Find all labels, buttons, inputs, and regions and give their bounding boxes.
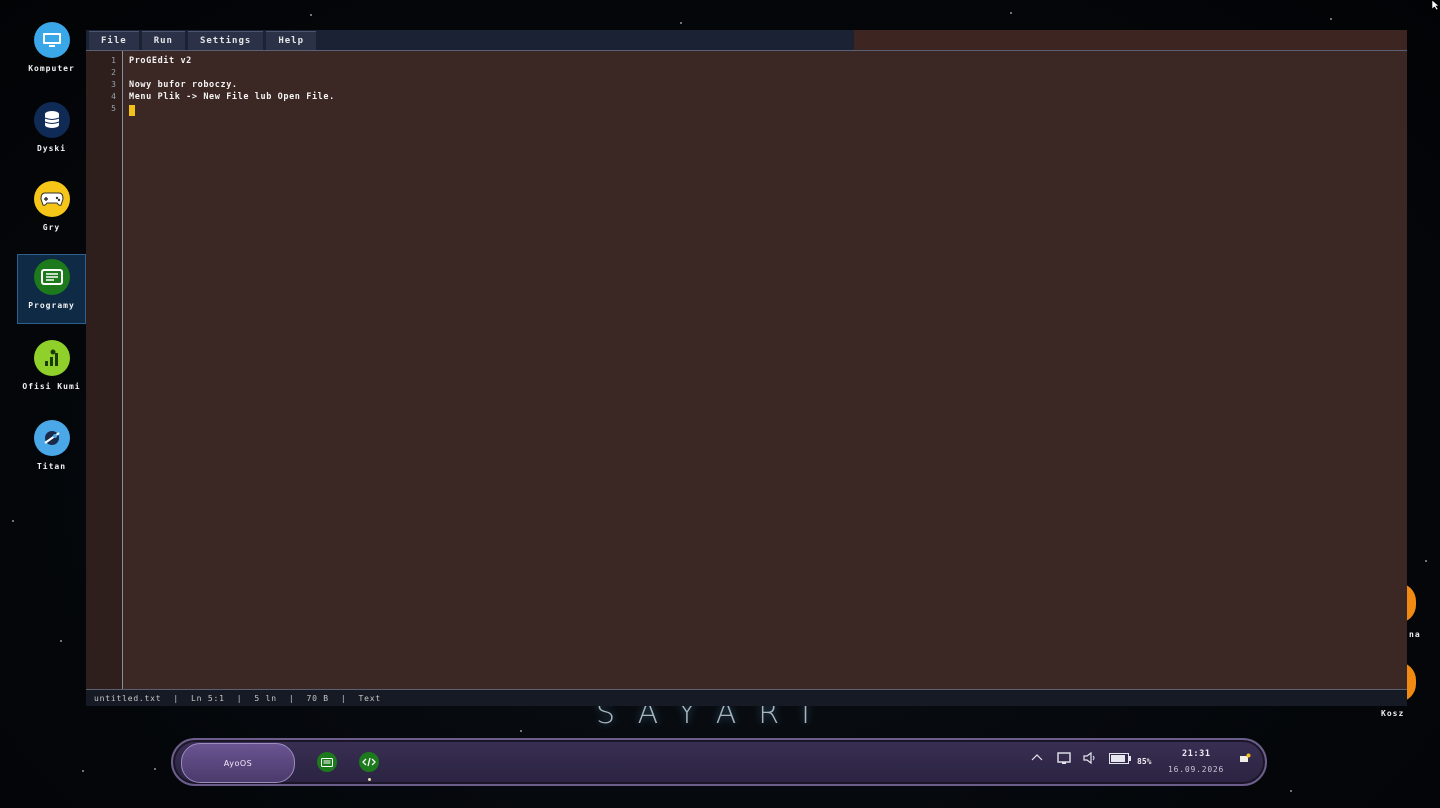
chevron-up-icon[interactable]	[1031, 752, 1043, 765]
code-icon	[362, 757, 376, 767]
menu-bar-filler	[854, 30, 1407, 50]
database-icon	[33, 102, 70, 138]
star	[154, 768, 156, 770]
desktop-icon-dyski[interactable]: Dyski	[18, 98, 85, 166]
active-app-indicator	[368, 778, 371, 781]
desktop-icon-label: Dyski	[36, 144, 67, 153]
gamepad-icon	[33, 181, 70, 217]
star	[82, 770, 84, 772]
desktop-icon-label: Ofisi Kumi	[22, 382, 81, 391]
line-number: 3	[111, 80, 116, 89]
clock-date[interactable]: 16.09.2026	[1168, 765, 1224, 774]
office-icon	[33, 340, 70, 376]
star	[1425, 560, 1427, 562]
desktop-icon-label: na	[1409, 630, 1421, 639]
star	[310, 14, 312, 16]
desktop-icon-programy[interactable]: Programy	[17, 254, 86, 324]
status-separator: |	[288, 693, 295, 703]
titan-icon	[33, 420, 70, 456]
star	[520, 730, 522, 732]
taskbar: AyoOS 85% 21:31 16.09.2026	[171, 738, 1267, 786]
status-separator: |	[173, 693, 180, 703]
notification-icon[interactable]	[1239, 753, 1251, 768]
text-cursor	[129, 105, 135, 116]
menu-bar: File Run Settings Help	[86, 30, 854, 50]
taskbar-app-code-editor[interactable]	[359, 752, 379, 772]
status-mode: Text	[358, 693, 382, 703]
desktop-icon-titan[interactable]: Titan	[18, 416, 85, 484]
line-number: 1	[111, 56, 116, 65]
star	[1330, 18, 1332, 20]
status-line-count: 5 ln	[254, 693, 277, 703]
star	[1290, 790, 1292, 792]
battery-icon[interactable]	[1109, 753, 1131, 767]
text-editor-area[interactable]: 1 2 3 4 5 ProGEdit v2 Nowy bufor roboczy…	[86, 50, 1407, 690]
desktop-icon-label: Titan	[36, 462, 67, 471]
desktop-icon-label: Gry	[42, 223, 61, 232]
star	[1010, 12, 1012, 14]
taskbar-app-programs[interactable]	[317, 752, 337, 772]
network-icon[interactable]	[1057, 751, 1071, 768]
menu-file[interactable]: File	[89, 31, 139, 50]
status-cursor-position: Ln 5:1	[191, 693, 225, 703]
programs-icon	[321, 757, 333, 767]
status-bar: untitled.txt | Ln 5:1 | 5 ln | 70 B | Te…	[86, 690, 1407, 706]
line-number-gutter: 1 2 3 4 5	[86, 51, 123, 689]
mouse-pointer-icon	[1432, 0, 1440, 10]
programs-icon	[33, 259, 70, 295]
desktop-icon-gry[interactable]: Gry	[18, 177, 85, 245]
menu-run[interactable]: Run	[141, 31, 185, 50]
editor-window: File Run Settings Help 1 2 3 4 5 ProGEdi…	[86, 30, 1407, 706]
code-line: Menu Plik -> New File lub Open File.	[129, 92, 335, 102]
desktop-icon-ofisi-kumi[interactable]: Ofisi Kumi	[18, 336, 85, 404]
start-button[interactable]: AyoOS	[181, 743, 295, 783]
code-line: Nowy bufor roboczy.	[129, 80, 238, 90]
desktop-icon-label: Kosz	[1381, 709, 1405, 718]
clock-time[interactable]: 21:31	[1182, 749, 1211, 759]
volume-icon[interactable]	[1083, 751, 1097, 768]
desktop-icon-label: Komputer	[28, 64, 75, 73]
status-file-size: 70 B	[306, 693, 329, 703]
status-separator: |	[236, 693, 243, 703]
line-number: 2	[111, 68, 116, 77]
line-number: 5	[111, 104, 116, 113]
code-line: ProGEdit v2	[129, 56, 192, 66]
status-filename: untitled.txt	[94, 693, 162, 703]
menu-settings[interactable]: Settings	[187, 31, 264, 50]
battery-percentage: 85%	[1137, 757, 1152, 766]
desktop-icon-komputer[interactable]: Komputer	[18, 18, 85, 86]
line-number: 4	[111, 92, 116, 101]
desktop-icon-label: Programy	[28, 301, 75, 310]
computer-icon	[33, 22, 70, 58]
menu-help[interactable]: Help	[266, 31, 316, 50]
star	[60, 640, 62, 642]
star	[680, 22, 682, 24]
status-separator: |	[340, 693, 347, 703]
star	[12, 520, 14, 522]
